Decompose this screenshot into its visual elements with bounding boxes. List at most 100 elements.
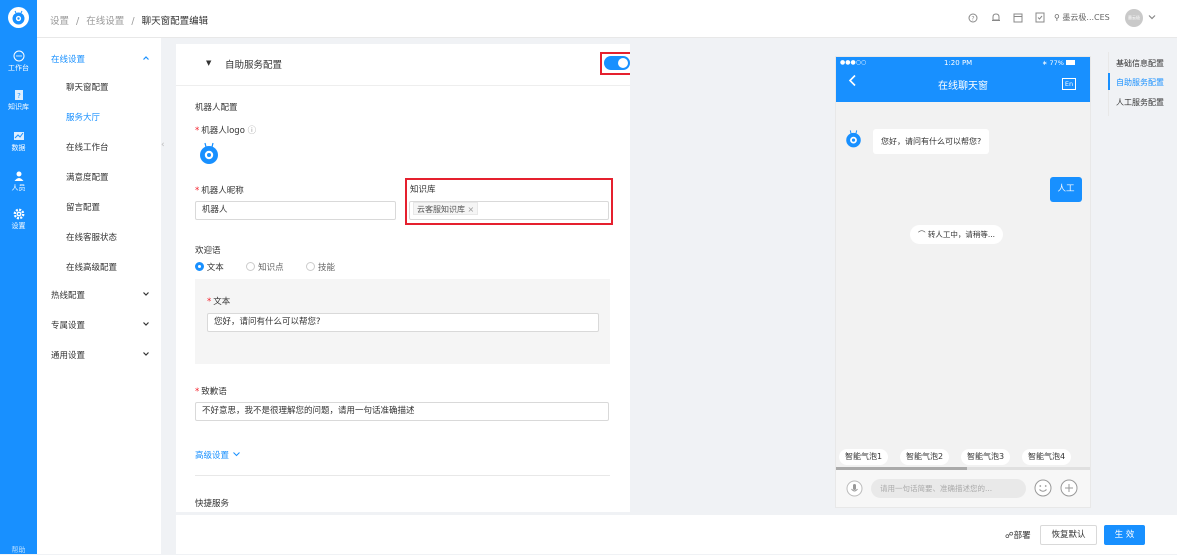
phone-preview: ●●●○○ 1:20 PM ∗ 77% 在线聊天窗 En 您好，请问有什么可以帮… <box>835 56 1091 508</box>
book-icon: ? <box>12 89 25 101</box>
emoji-icon[interactable] <box>1034 479 1052 500</box>
help-icon[interactable]: ? <box>968 13 978 26</box>
user-icon <box>12 170 25 182</box>
loading-icon: ⌒ <box>918 230 926 239</box>
menu-item-online-workbench[interactable]: 在线工作台 <box>37 138 161 158</box>
welcome-text-box: * 文本 您好，请问有什么可以帮您? <box>195 279 610 364</box>
phone-time: 1:20 PM <box>944 59 973 67</box>
user-menu[interactable]: ⚲ 墨云极...CES <box>1054 12 1110 23</box>
top-bar: 设置 / 在线设置 / 聊天窗配置编辑 ? ⚲ 墨云极...CES 墨云极 <box>37 0 1177 38</box>
phone-title: 在线聊天窗 <box>938 81 988 92</box>
bot-avatar-icon <box>843 128 864 152</box>
kb-label: 知识库 <box>410 185 436 195</box>
menu-group-hotline[interactable]: 热线配置 <box>37 286 161 306</box>
lang-button[interactable]: En <box>1062 78 1076 90</box>
robot-logo-icon[interactable] <box>196 140 222 169</box>
signal-indicator: ●●●○○ <box>840 59 867 66</box>
rail-item-staff[interactable]: 人员 <box>0 170 37 193</box>
form-panel: ▼ 自助服务配置 机器人配置 * 机器人logo ⓘ * 机器人昵称 机器人 知识库… <box>176 44 630 512</box>
svg-text:?: ? <box>17 92 21 100</box>
phone-input-bar: 请用一句话简要、准确描述您的... <box>836 470 1090 507</box>
menu-group-general[interactable]: 通用设置 <box>37 346 161 366</box>
nickname-input[interactable]: 机器人 <box>195 201 396 220</box>
smart-chip[interactable]: 智能气泡2 <box>900 449 950 465</box>
rail-item-label: 数据 <box>11 144 26 152</box>
chevron-down-icon <box>142 346 150 366</box>
transfer-notice: ⌒ 转人工中，请稍等... <box>910 225 1004 244</box>
user-message: 人工 <box>1050 177 1082 202</box>
chevron-down-icon <box>142 316 150 336</box>
radio-knowledge[interactable]: 知识点 <box>246 262 284 273</box>
chevron-up-icon <box>142 50 150 70</box>
chat-icon <box>12 50 25 62</box>
submit-button[interactable]: 生 效 <box>1104 525 1145 545</box>
smart-chip[interactable]: 智能气泡4 <box>1022 449 1072 465</box>
phone-message-input[interactable]: 请用一句话简要、准确描述您的... <box>871 479 1026 498</box>
menu-group-label: 在线设置 <box>51 55 86 65</box>
menu-item-service-hall[interactable]: 服务大厅 <box>37 108 161 128</box>
avatar[interactable]: 墨云极 <box>1125 9 1143 27</box>
deploy-link[interactable]: ☍部署 <box>1005 529 1031 541</box>
radio-text[interactable]: 文本 <box>195 262 224 273</box>
menu-item-satisfaction[interactable]: 满意度配置 <box>37 168 161 188</box>
plus-icon[interactable] <box>1060 479 1078 500</box>
anchor-item-auto[interactable]: 自助服务配置 <box>1116 77 1164 88</box>
mic-icon[interactable] <box>846 480 863 500</box>
menu-group-exclusive[interactable]: 专属设置 <box>37 316 161 336</box>
org-icon: ⚲ <box>1054 13 1060 22</box>
nickname-label: * 机器人昵称 <box>195 186 244 196</box>
phone-header: ●●●○○ 1:20 PM ∗ 77% 在线聊天窗 En <box>836 57 1090 102</box>
anchor-indicator <box>1108 73 1110 90</box>
rail-item-settings[interactable]: 设置 <box>0 208 37 231</box>
breadcrumb-item[interactable]: 设置 <box>50 16 69 27</box>
menu-item-chat-config[interactable]: 聊天窗配置 <box>37 78 161 98</box>
menu-item-message[interactable]: 留言配置 <box>37 198 161 218</box>
anchor-item-manual[interactable]: 人工服务配置 <box>1116 97 1164 108</box>
calendar-icon[interactable] <box>1013 12 1023 26</box>
apology-input[interactable]: 不好意思，我不是很理解您的问题，请用一句话准确描述 <box>195 402 609 421</box>
rail-item-label: 工作台 <box>8 64 29 72</box>
chevron-down-icon[interactable] <box>1147 12 1157 25</box>
smart-chip[interactable]: 智能气泡1 <box>839 449 889 465</box>
chevron-down-icon <box>232 451 241 461</box>
deploy-icon: ☍ <box>1005 531 1014 541</box>
rail-item-label: 设置 <box>11 222 26 230</box>
bell-icon[interactable] <box>991 12 1001 26</box>
menu-item-agent-status[interactable]: 在线客服状态 <box>37 228 161 248</box>
apology-label: * 致歉语 <box>195 387 227 397</box>
caret-down-icon[interactable]: ▼ <box>206 59 211 67</box>
text-label: * 文本 <box>207 297 231 307</box>
rail-item-data[interactable]: 数据 <box>0 130 37 153</box>
kb-select[interactable]: 云客服知识库 × <box>409 201 609 220</box>
tag-close-icon[interactable]: × <box>468 205 475 214</box>
rail-item-workbench[interactable]: 工作台 <box>0 50 37 73</box>
quick-service-label: 快捷服务 <box>195 499 230 509</box>
divider <box>176 85 630 86</box>
welcome-text-input[interactable]: 您好，请问有什么可以帮您? <box>207 313 599 332</box>
menu-group-online[interactable]: 在线设置 <box>37 50 161 70</box>
bot-message: 您好，请问有什么可以帮您? <box>873 129 990 154</box>
footer-bar: ☍部署 恢复默认 生 效 <box>176 515 1177 554</box>
side-menu: 在线设置 聊天窗配置 服务大厅 在线工作台 满意度配置 留言配置 在线客服状态 … <box>37 38 161 554</box>
breadcrumb: 设置 / 在线设置 / 聊天窗配置编辑 <box>50 16 209 27</box>
anchor-item-basic[interactable]: 基础信息配置 <box>1116 58 1164 69</box>
auto-service-toggle[interactable] <box>604 56 630 70</box>
robot-config-title: 机器人配置 <box>195 103 238 113</box>
user-name: 墨云极...CES <box>1062 13 1110 22</box>
menu-item-advanced[interactable]: 在线高级配置 <box>37 258 161 278</box>
advanced-settings-link[interactable]: 高级设置 <box>195 449 241 461</box>
rail-item-knowledge[interactable]: ? 知识库 <box>0 89 37 112</box>
smart-chip[interactable]: 智能气泡3 <box>961 449 1011 465</box>
welcome-radio-group: 文本 知识点 技能 <box>195 261 335 273</box>
rail-item-label: 知识库 <box>8 103 29 111</box>
info-icon: ⓘ <box>247 126 257 136</box>
breadcrumb-item[interactable]: 在线设置 <box>86 16 124 27</box>
collapse-arrow-icon[interactable]: ‹ <box>161 140 165 150</box>
chart-icon <box>12 130 25 142</box>
back-arrow-icon[interactable] <box>848 74 857 90</box>
checklist-icon[interactable] <box>1035 12 1045 26</box>
logo-label: * 机器人logo ⓘ <box>195 126 257 136</box>
radio-skill[interactable]: 技能 <box>306 262 335 273</box>
reset-button[interactable]: 恢复默认 <box>1040 525 1097 545</box>
app-logo-icon <box>8 7 29 28</box>
